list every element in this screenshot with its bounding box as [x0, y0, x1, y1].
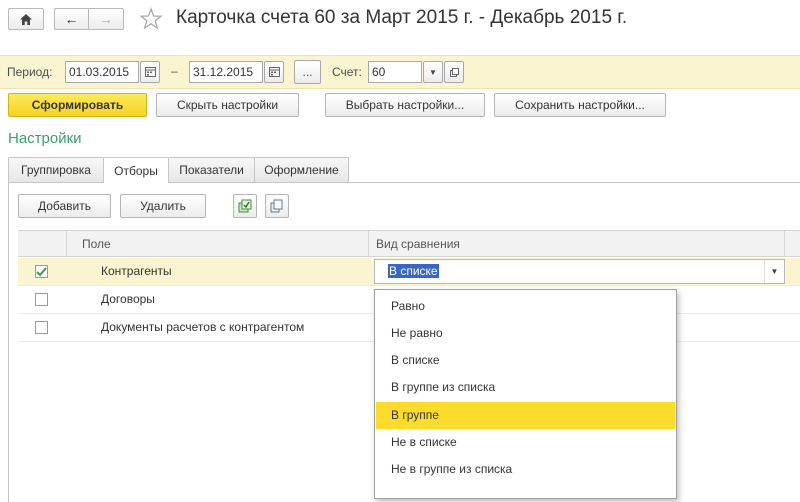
column-comparison-header[interactable]: Вид сравнения [376, 237, 460, 251]
table-row[interactable]: Контрагенты В списке ▼ [18, 258, 800, 286]
column-field-header[interactable]: Поле [82, 237, 111, 251]
period-panel: Период: 01.03.2015 – 31.12.2015 ... Счет… [0, 55, 800, 89]
period-select-button[interactable]: ... [294, 60, 321, 84]
settings-title: Настройки [8, 130, 82, 147]
account-dropdown-button[interactable]: ▼ [423, 61, 443, 83]
tab-indicators[interactable]: Показатели [168, 157, 255, 182]
row-field: Договоры [101, 292, 155, 306]
arrow-right-icon: → [99, 11, 113, 27]
home-button[interactable] [8, 8, 44, 30]
dropdown-option[interactable]: Не равно [376, 320, 675, 347]
delete-filter-button[interactable]: Удалить [120, 194, 206, 218]
tab-appearance[interactable]: Оформление [254, 157, 349, 182]
save-settings-button[interactable]: Сохранить настройки... [494, 93, 666, 117]
forward-button[interactable]: → [88, 8, 124, 30]
chevron-down-icon: ▼ [770, 267, 779, 276]
dropdown-option[interactable]: В списке [376, 347, 675, 374]
calendar-to-button[interactable] [264, 61, 284, 83]
row-field: Документы расчетов с контрагентом [101, 320, 305, 334]
home-icon [20, 13, 32, 25]
filters-table-header: Поле Вид сравнения [18, 230, 800, 257]
chevron-down-icon: ▼ [429, 67, 437, 77]
hide-settings-button[interactable]: Скрыть настройки [156, 93, 299, 117]
copy-button[interactable] [265, 194, 289, 218]
period-label: Период: [7, 65, 53, 79]
account-label: Счет: [332, 65, 362, 79]
copy-icon [270, 199, 283, 213]
comparison-dropdown-button[interactable]: ▼ [764, 260, 784, 283]
account-field[interactable]: 60 [368, 61, 422, 83]
checkmark-icon [36, 266, 47, 276]
period-to-field[interactable]: 31.12.2015 [189, 61, 263, 83]
dropdown-option[interactable]: Не в списке [376, 429, 675, 456]
dropdown-option[interactable]: Не в группе из списка [376, 456, 675, 483]
comparison-dropdown-list: Равно Не равно В списке В группе из спис… [374, 289, 677, 499]
period-from-field[interactable]: 01.03.2015 [65, 61, 139, 83]
column-divider [784, 231, 785, 257]
comparison-selected-value: В списке [388, 264, 439, 278]
calendar-icon [268, 67, 280, 77]
comparison-editor[interactable]: В списке ▼ [374, 259, 785, 284]
add-group-button[interactable] [233, 194, 257, 218]
add-group-icon [238, 199, 252, 213]
dropdown-option[interactable]: Равно [376, 293, 675, 320]
row-checkbox[interactable] [35, 321, 48, 334]
tab-filters[interactable]: Отборы [103, 157, 169, 183]
row-checkbox[interactable] [35, 265, 48, 278]
dropdown-option[interactable]: В группе из списка [376, 374, 675, 401]
arrow-left-icon: ← [64, 11, 79, 27]
row-checkbox[interactable] [35, 293, 48, 306]
back-button[interactable]: ← [54, 8, 88, 30]
add-filter-button[interactable]: Добавить [18, 194, 111, 218]
calendar-icon [144, 67, 156, 77]
open-icon [449, 67, 459, 77]
tab-grouping[interactable]: Группировка [8, 157, 104, 182]
calendar-from-button[interactable] [140, 61, 160, 83]
account-open-button[interactable] [444, 61, 464, 83]
generate-button[interactable]: Сформировать [8, 93, 147, 117]
column-divider [368, 231, 369, 257]
choose-settings-button[interactable]: Выбрать настройки... [325, 93, 485, 117]
window-title: Карточка счета 60 за Март 2015 г. - Дека… [176, 7, 628, 28]
favorite-star-icon[interactable] [139, 7, 163, 31]
dropdown-option-highlighted[interactable]: В группе [376, 402, 675, 429]
period-dash: – [171, 64, 178, 78]
column-divider [66, 231, 67, 257]
row-field: Контрагенты [101, 264, 172, 278]
